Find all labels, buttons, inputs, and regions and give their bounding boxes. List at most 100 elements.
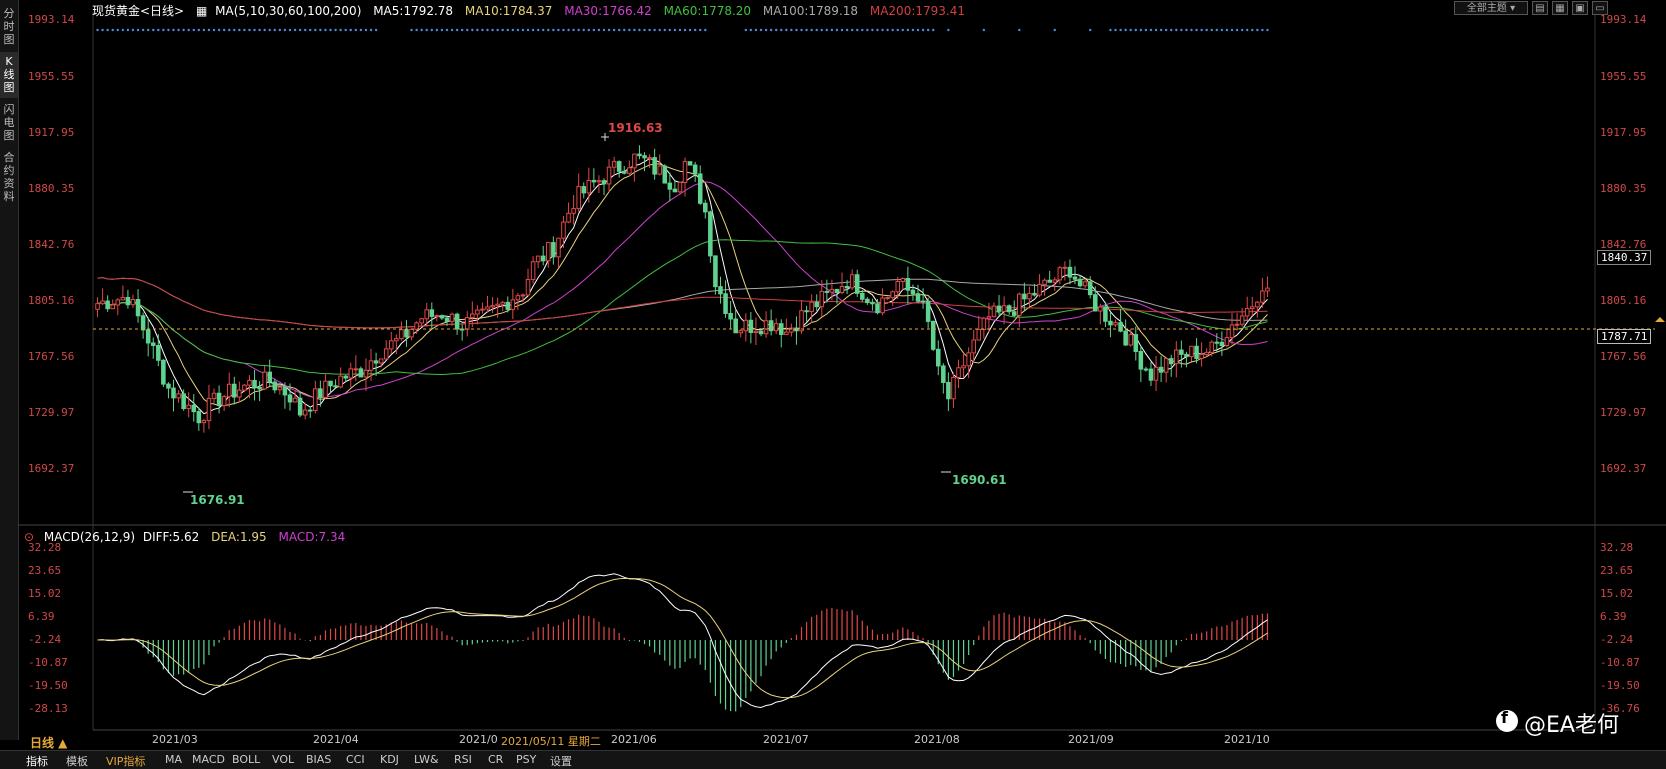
price-tick: 1692.37 [28, 462, 75, 475]
macd-tick: -19.50 [1600, 679, 1640, 692]
candle-body [1082, 281, 1088, 287]
price-tick: 1767.56 [28, 350, 75, 363]
candle-body [885, 297, 890, 300]
tab-psy[interactable]: PSY [516, 753, 536, 766]
period-selector[interactable]: 日线 ▲ [30, 734, 67, 751]
signal-dot [481, 28, 484, 32]
layout-icon[interactable]: ▤ [1532, 1, 1548, 15]
macd-tick: 15.02 [28, 587, 62, 600]
candle-body [1113, 322, 1118, 326]
signal-dot [1256, 28, 1259, 32]
signal-dot [1124, 28, 1127, 32]
tab-bias[interactable]: BIAS [306, 753, 331, 766]
candle-body [1229, 324, 1235, 339]
theme-select[interactable]: 全部主题 ▾ [1454, 1, 1528, 15]
tab-cci[interactable]: CCI [346, 753, 365, 766]
candle-body [784, 331, 789, 335]
signal-dot [1261, 28, 1264, 32]
candle-body [1037, 283, 1042, 296]
tab-boll[interactable]: BOLL [232, 753, 260, 766]
candle-body [389, 340, 394, 350]
candle-body [1133, 334, 1139, 352]
signal-dot [628, 28, 631, 32]
tab-ma[interactable]: MA [165, 753, 182, 766]
tab-macd[interactable]: MACD [192, 753, 225, 766]
price-tick: 1917.95 [28, 126, 75, 139]
candle-body [267, 371, 273, 383]
price-chart[interactable] [0, 0, 1666, 750]
candle-body [991, 305, 997, 318]
signal-dot [891, 28, 894, 32]
candle-body [890, 291, 895, 299]
time-tick: 2021/08 [914, 733, 960, 746]
macd-tick: 23.65 [28, 564, 62, 577]
tab-kdj[interactable]: KDJ [380, 753, 399, 766]
candle-body [115, 299, 121, 306]
expand-icon[interactable]: ▣ [1572, 1, 1588, 15]
candle-body [257, 386, 262, 390]
candle-body [556, 237, 561, 258]
settings-icon[interactable]: ▦ [196, 4, 207, 18]
candle-body [1103, 306, 1108, 322]
signal-dot [825, 28, 829, 32]
tab-rsi[interactable]: RSI [454, 753, 472, 766]
tab-vip-indicators[interactable]: VIP指标 [106, 753, 145, 769]
signal-dot [131, 28, 135, 32]
signal-dot [643, 28, 646, 32]
current-price-tag: 1787.71 [1597, 329, 1652, 344]
signal-dot [96, 28, 99, 32]
tab-vol[interactable]: VOL [272, 753, 294, 766]
signal-dot [749, 28, 753, 32]
high-price-label: 1916.63 [608, 121, 663, 135]
candle-body [1204, 351, 1209, 355]
candle-body [672, 188, 678, 193]
signal-dot [820, 28, 823, 32]
signal-dot [359, 28, 363, 32]
candle-body [1011, 311, 1017, 316]
candle-body [905, 278, 911, 291]
candle-body [1179, 349, 1184, 355]
signal-dot [273, 28, 276, 32]
candle-body [242, 384, 247, 391]
signal-dot [192, 28, 195, 32]
signal-dot [840, 28, 844, 32]
candle-body [206, 397, 212, 422]
signal-dot [871, 28, 874, 32]
candle-body [485, 306, 490, 310]
candle-body [844, 285, 850, 289]
signal-dot [197, 28, 201, 32]
tab-templates[interactable]: 模板 [66, 753, 88, 769]
signal-dot [547, 28, 550, 32]
candle-body [996, 305, 1002, 312]
candle-body [348, 368, 354, 379]
candle-body [920, 300, 926, 303]
candle-body [226, 383, 232, 398]
signal-dot [152, 28, 155, 32]
tab-lwr[interactable]: LW& [414, 753, 439, 766]
price-tick: 1842.76 [28, 238, 75, 251]
candle-body [1128, 334, 1133, 346]
candle-body [956, 367, 961, 378]
candle-body [1042, 279, 1047, 285]
candle-body [419, 318, 424, 324]
signal-dot [653, 28, 656, 32]
signal-dot [111, 28, 114, 32]
tab-cr[interactable]: CR [488, 753, 503, 766]
signal-dot [1164, 28, 1168, 32]
candle-body [424, 309, 430, 320]
candle-body [829, 288, 835, 293]
signal-dot [552, 28, 555, 32]
signal-dot [1230, 28, 1234, 32]
time-tick: 2021/03 [152, 733, 198, 746]
signal-dot [592, 28, 596, 32]
candle-body [333, 385, 338, 388]
candle-body [677, 181, 683, 193]
candle-body [981, 317, 987, 331]
candle-body [657, 165, 662, 175]
signal-dot [906, 28, 910, 32]
tab-indicators[interactable]: 指标 [26, 753, 48, 769]
grid-icon[interactable]: ▦ [1552, 1, 1568, 15]
tab-settings[interactable]: 设置 [550, 753, 572, 769]
candle-body [530, 261, 536, 280]
instrument-title[interactable]: 现货黄金<日线> [92, 4, 184, 18]
